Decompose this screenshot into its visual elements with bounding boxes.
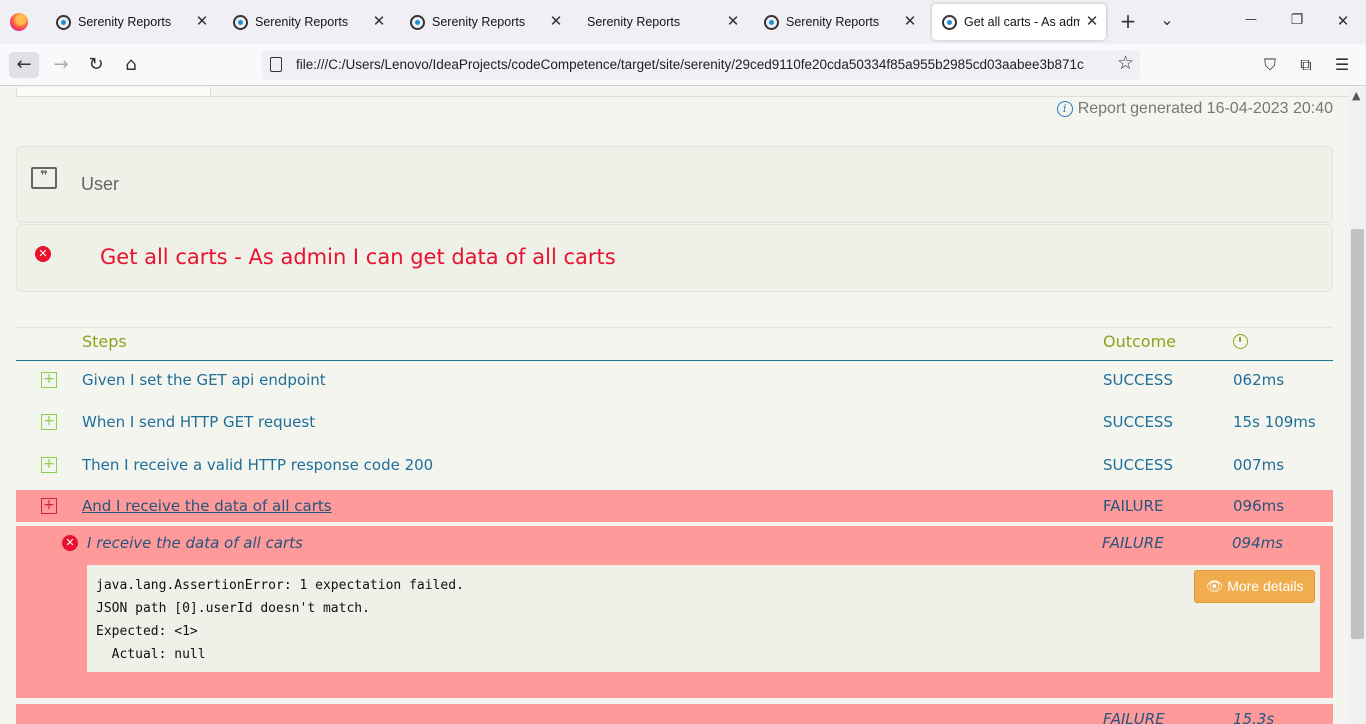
close-tab-icon[interactable]: ✕ [371, 14, 387, 30]
divider [211, 96, 1349, 97]
step-outcome: SUCCESS [1103, 371, 1173, 389]
stopwatch-icon [1233, 334, 1248, 349]
steps-column-header: Steps [82, 332, 127, 351]
expand-plus-icon[interactable]: + [41, 414, 57, 430]
steps-table-header: Steps Outcome [16, 327, 1333, 361]
close-tab-icon[interactable]: ✕ [548, 14, 564, 30]
app-menu-icon[interactable]: ☰ [1327, 52, 1357, 78]
substep-duration: 094ms [1232, 534, 1284, 552]
address-bar[interactable]: file:///C:/Users/Lenovo/IdeaProjects/cod… [262, 50, 1140, 80]
url-text[interactable]: file:///C:/Users/Lenovo/IdeaProjects/cod… [296, 57, 1104, 72]
browser-tab-bar: Serenity Reports ✕ Serenity Reports ✕ Se… [0, 0, 1366, 44]
forward-icon[interactable]: → [46, 52, 76, 78]
step-outcome: FAILURE [1103, 710, 1165, 724]
back-icon[interactable]: ← [9, 52, 39, 78]
browser-tab[interactable]: Serenity Reports ✕ [400, 4, 570, 40]
step-row: + Given I set the GET api endpoint SUCCE… [16, 361, 1333, 401]
substep-description: I receive the data of all carts [87, 534, 303, 552]
serenity-favicon-icon [942, 15, 957, 30]
tab-label: Get all carts - As admin [964, 15, 1080, 29]
page-icon [270, 57, 282, 72]
expand-plus-icon[interactable]: + [41, 457, 57, 473]
outcome-column-header: Outcome [1103, 332, 1177, 351]
step-outcome: SUCCESS [1103, 456, 1173, 474]
pocket-icon[interactable]: ⛉ [1255, 52, 1285, 78]
step-description: Then I receive a valid HTTP response cod… [82, 456, 434, 474]
serenity-favicon-icon [410, 15, 425, 30]
reload-icon[interactable]: ↻ [81, 52, 111, 78]
bookmark-star-icon[interactable]: ☆ [1117, 52, 1134, 74]
user-story-label: User [81, 174, 120, 194]
new-tab-button[interactable]: + [1118, 11, 1138, 31]
close-tab-icon[interactable]: ✕ [902, 14, 918, 30]
expand-plus-icon[interactable]: + [41, 498, 57, 514]
error-message-box: java.lang.AssertionError: 1 expectation … [87, 565, 1320, 672]
failed-substep-block: ✕ I receive the data of all carts FAILUR… [16, 526, 1333, 698]
step-outcome: SUCCESS [1103, 413, 1173, 431]
step-row: + Then I receive a valid HTTP response c… [16, 446, 1333, 486]
firefox-logo-icon[interactable] [10, 13, 28, 31]
step-duration: 15s 109ms [1233, 413, 1316, 431]
step-duration: 007ms [1233, 456, 1285, 474]
serenity-favicon-icon [56, 15, 71, 30]
home-icon[interactable]: ⌂ [116, 52, 146, 78]
page-scrollbar[interactable]: ▲ [1349, 87, 1366, 724]
browser-tab[interactable]: Serenity Reports ✕ [754, 4, 924, 40]
scenario-title-panel: ✕ Get all carts - As admin I can get dat… [16, 224, 1333, 292]
step-duration: 096ms [1233, 497, 1285, 515]
serenity-favicon-icon [764, 15, 779, 30]
tab-list-chevron-icon[interactable]: ⌄ [1157, 10, 1177, 29]
user-story-panel: ❞ User [16, 146, 1333, 223]
tab-label: Serenity Reports [587, 15, 681, 29]
report-tab-remnant[interactable] [16, 87, 211, 97]
browser-tab[interactable]: Serenity Reports ✕ [223, 4, 393, 40]
failure-x-icon: ✕ [35, 246, 51, 262]
extensions-icon[interactable]: ⧉ [1291, 52, 1321, 78]
step-duration: 15.3s [1233, 710, 1275, 724]
browser-tab[interactable]: Serenity Reports ✕ [46, 4, 216, 40]
browser-tab-active[interactable]: Get all carts - As admin ✕ [932, 4, 1106, 40]
browser-tab[interactable]: Serenity Reports ✕ [577, 4, 747, 40]
tab-label: Serenity Reports [255, 15, 349, 29]
report-page: i Report generated 16-04-2023 20:40 ❞ Us… [0, 87, 1349, 724]
error-message-text: java.lang.AssertionError: 1 expectation … [96, 578, 464, 662]
info-icon: i [1056, 101, 1073, 117]
tab-label: Serenity Reports [786, 15, 880, 29]
minimize-window-button[interactable]: — [1241, 12, 1261, 26]
close-tab-icon[interactable]: ✕ [194, 14, 210, 30]
scrollbar-thumb[interactable] [1351, 229, 1364, 639]
more-details-button[interactable]: 👁 More details [1194, 570, 1315, 603]
scenario-title: Get all carts - As admin I can get data … [100, 245, 616, 269]
step-description: Given I set the GET api endpoint [82, 371, 326, 389]
report-generated-info: i Report generated 16-04-2023 20:40 [1056, 100, 1333, 118]
step-duration: 062ms [1233, 371, 1285, 389]
step-row: + When I send HTTP GET request SUCCESS 1… [16, 403, 1333, 443]
tab-label: Serenity Reports [432, 15, 526, 29]
step-row-failed: FAILURE 15.3s [16, 704, 1333, 724]
close-tab-icon[interactable]: ✕ [1084, 14, 1100, 30]
scroll-up-arrow-icon[interactable]: ▲ [1352, 89, 1360, 102]
tab-label: Serenity Reports [78, 15, 172, 29]
restore-window-button[interactable]: ❐ [1287, 12, 1307, 28]
step-description-link[interactable]: And I receive the data of all carts [82, 497, 332, 515]
step-description: When I send HTTP GET request [82, 413, 316, 431]
close-window-button[interactable]: ✕ [1333, 12, 1353, 30]
close-tab-icon[interactable]: ✕ [725, 14, 741, 30]
report-generated-text: Report generated 16-04-2023 20:40 [1077, 100, 1333, 117]
failure-x-icon: ✕ [62, 535, 78, 551]
step-row-failed: + And I receive the data of all carts FA… [16, 490, 1333, 522]
serenity-favicon-icon [233, 15, 248, 30]
substep-outcome: FAILURE [1102, 534, 1164, 552]
browser-nav-bar: ← → ↻ ⌂ file:///C:/Users/Lenovo/IdeaProj… [0, 44, 1366, 86]
comment-quote-icon: ❞ [31, 167, 57, 189]
step-outcome: FAILURE [1103, 497, 1164, 515]
expand-plus-icon[interactable]: + [41, 372, 57, 388]
